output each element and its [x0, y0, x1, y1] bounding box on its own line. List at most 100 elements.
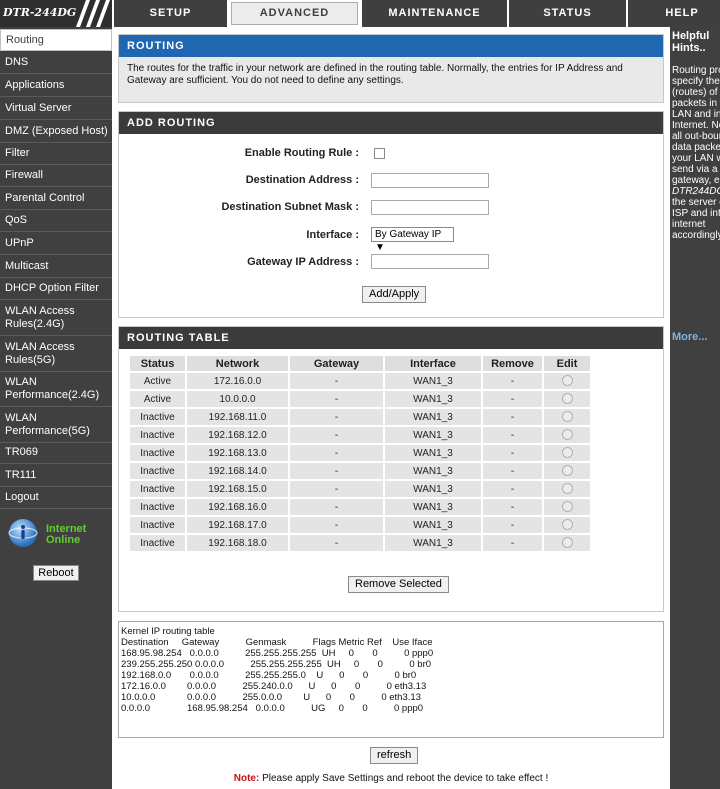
row-edit: [544, 481, 590, 497]
row-network: 192.168.11.0: [187, 409, 288, 425]
row-status: Inactive: [130, 463, 185, 479]
sidebar-item-dhcp-option-filter[interactable]: DHCP Option Filter: [0, 278, 112, 300]
kernel-line: 168.95.98.254 0.0.0.0 255.255.255.255 UH…: [121, 648, 434, 659]
sidebar-item-applications[interactable]: Applications: [0, 75, 112, 97]
sidebar-item-multicast[interactable]: Multicast: [0, 256, 112, 278]
reboot-button[interactable]: Reboot: [33, 565, 79, 581]
table-row: Inactive 192.168.11.0- WAN1_3-: [130, 409, 590, 425]
edit-radio[interactable]: [561, 393, 573, 405]
kernel-line: 192.168.0.0 0.0.0.0 255.255.255.0 U 0 0 …: [121, 670, 417, 681]
row-network: 192.168.12.0: [187, 427, 288, 443]
add-routing-panel: ADD ROUTING Enable Routing Rule : Destin…: [118, 111, 664, 318]
row-gateway: -: [290, 535, 383, 551]
table-row: Inactive 192.168.16.0- WAN1_3-: [130, 499, 590, 515]
routing-table-title: ROUTING TABLE: [119, 327, 663, 349]
tab-label: SETUP: [149, 7, 192, 19]
edit-radio[interactable]: [561, 501, 573, 513]
row-edit: [544, 409, 590, 425]
row-edit: [544, 517, 590, 533]
header-network: Network: [187, 356, 288, 371]
sidebar-item-virtual-server[interactable]: Virtual Server: [0, 98, 112, 120]
gateway-ip-label: Gateway IP Address :: [247, 256, 359, 268]
row-gateway: -: [290, 373, 383, 389]
edit-radio[interactable]: [561, 465, 573, 477]
sidebar-item-wlan-performance-24g[interactable]: WLAN Performance(2.4G): [0, 372, 112, 407]
row-edit: [544, 463, 590, 479]
kernel-line: 239.255.255.250 0.0.0.0 255.255.255.255 …: [121, 659, 432, 670]
row-network: 192.168.13.0: [187, 445, 288, 461]
sidebar-item-firewall[interactable]: Firewall: [0, 165, 112, 187]
row-remove: -: [483, 427, 542, 443]
tab-label: STATUS: [543, 7, 592, 19]
sidebar-item-wlan-access-5g[interactable]: WLAN Access Rules(5G): [0, 337, 112, 372]
help-text: Routing protocols specify the ways (rout…: [672, 65, 720, 241]
main-content: ROUTING The routes for the traffic in yo…: [112, 27, 670, 789]
row-edit: [544, 427, 590, 443]
sidebar-item-dns[interactable]: DNS: [0, 52, 112, 74]
sidebar-item-wlan-access-24g[interactable]: WLAN Access Rules(2.4G): [0, 301, 112, 336]
interface-select[interactable]: By Gateway IP ▼: [371, 227, 454, 253]
row-network: 172.16.0.0: [187, 373, 288, 389]
sidebar-item-parental-control[interactable]: Parental Control: [0, 188, 112, 210]
edit-radio[interactable]: [561, 429, 573, 441]
tab-maintenance[interactable]: MAINTENANCE: [360, 0, 507, 27]
gateway-ip-input[interactable]: [371, 254, 489, 269]
add-routing-title: ADD ROUTING: [119, 112, 663, 134]
refresh-button[interactable]: refresh: [370, 747, 419, 764]
note-text: Note: Please apply Save Settings and reb…: [112, 773, 670, 784]
table-row: Inactive 192.168.14.0- WAN1_3-: [130, 463, 590, 479]
edit-radio[interactable]: [561, 447, 573, 459]
row-status: Inactive: [130, 517, 185, 533]
sidebar-item-tr111[interactable]: TR111: [0, 465, 112, 487]
destination-address-input[interactable]: [371, 173, 489, 188]
kernel-routing-textarea[interactable]: Kernel IP routing table Destination Gatew…: [118, 621, 664, 738]
interface-label: Interface :: [306, 229, 359, 241]
edit-radio[interactable]: [561, 411, 573, 423]
help-text-part: Routing protocols specify the ways (rout…: [672, 65, 720, 186]
sidebar-item-routing[interactable]: Routing: [0, 29, 112, 51]
remove-selected-button[interactable]: Remove Selected: [348, 576, 449, 593]
row-remove: -: [483, 373, 542, 389]
sidebar-item-logout[interactable]: Logout: [0, 487, 112, 509]
row-status: Inactive: [130, 481, 185, 497]
destination-mask-input[interactable]: [371, 200, 489, 215]
tab-label: MAINTENANCE: [388, 7, 481, 19]
row-remove: -: [483, 535, 542, 551]
edit-radio[interactable]: [561, 375, 573, 387]
enable-routing-checkbox[interactable]: [374, 148, 385, 159]
kernel-line: Destination Gateway Genmask Flags Metric…: [121, 637, 433, 648]
row-gateway: -: [290, 517, 383, 533]
row-network: 192.168.15.0: [187, 481, 288, 497]
row-status: Active: [130, 373, 185, 389]
edit-radio[interactable]: [561, 519, 573, 531]
row-network: 192.168.14.0: [187, 463, 288, 479]
tab-status[interactable]: STATUS: [507, 0, 626, 27]
row-edit: [544, 445, 590, 461]
sidebar-item-tr069[interactable]: TR069: [0, 442, 112, 464]
tab-label: HELP: [665, 7, 699, 19]
sidebar-item-qos[interactable]: QoS: [0, 210, 112, 232]
sidebar-item-dmz[interactable]: DMZ (Exposed Host): [0, 121, 112, 143]
kernel-line: Kernel IP routing table: [121, 626, 215, 637]
header-status: Status: [130, 356, 185, 371]
sidebar-item-filter[interactable]: Filter: [0, 143, 112, 165]
row-status: Active: [130, 391, 185, 407]
row-interface: WAN1_3: [385, 481, 481, 497]
row-edit: [544, 373, 590, 389]
row-remove: -: [483, 391, 542, 407]
edit-radio[interactable]: [561, 537, 573, 549]
brand-logo: DTR-244DG: [0, 0, 112, 27]
row-network: 192.168.17.0: [187, 517, 288, 533]
logo-stripes-icon: [76, 0, 110, 27]
dropdown-arrow-icon: ▼: [375, 242, 385, 253]
tab-advanced[interactable]: ADVANCED: [227, 0, 360, 27]
tab-setup[interactable]: SETUP: [112, 0, 227, 27]
add-apply-button[interactable]: Add/Apply: [362, 286, 427, 303]
row-remove: -: [483, 463, 542, 479]
edit-radio[interactable]: [561, 483, 573, 495]
tab-help[interactable]: HELP: [626, 0, 720, 27]
sidebar-item-wlan-performance-5g[interactable]: WLAN Performance(5G): [0, 408, 112, 443]
help-more-link[interactable]: More...: [672, 331, 707, 343]
sidebar-item-upnp[interactable]: UPnP: [0, 233, 112, 255]
row-interface: WAN1_3: [385, 373, 481, 389]
